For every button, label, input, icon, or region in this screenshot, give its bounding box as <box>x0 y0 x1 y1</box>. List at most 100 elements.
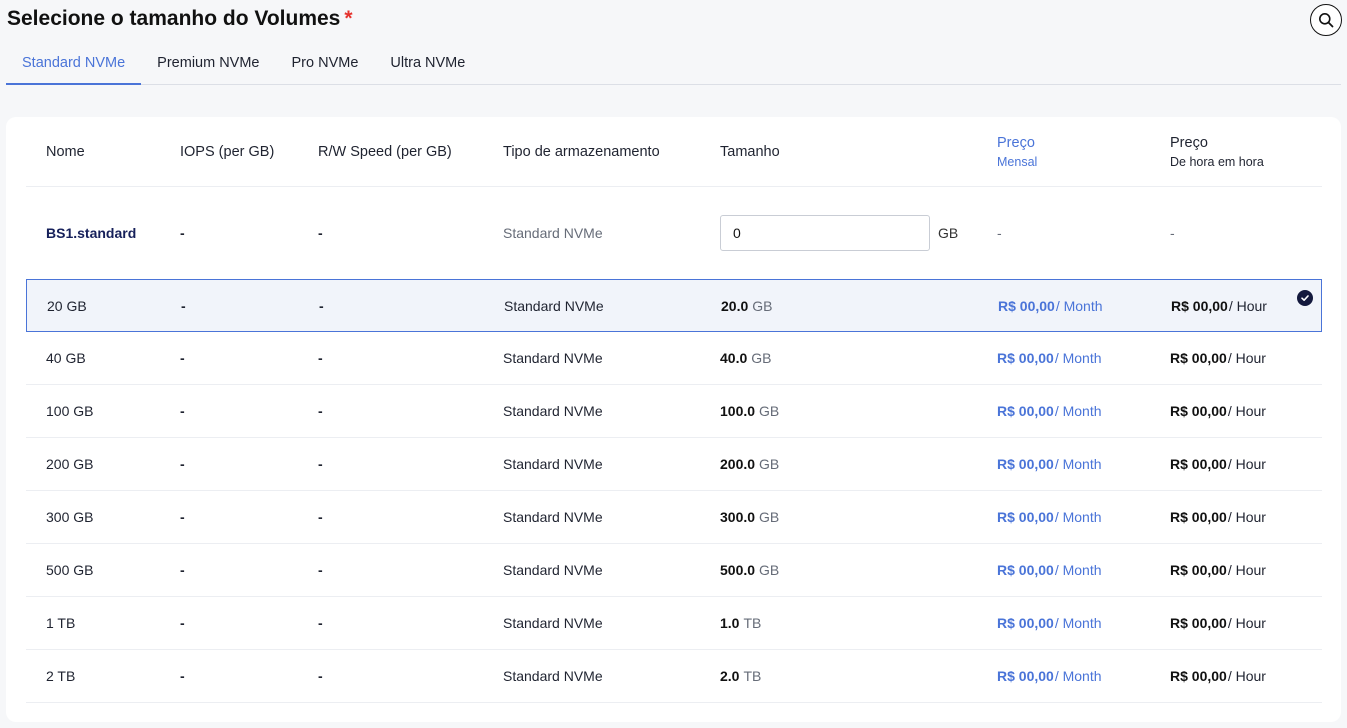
plan-size-value: 200.0 <box>720 456 756 472</box>
search-icon <box>1319 13 1334 28</box>
plan-price-hourly: R$ 00,00/ Hour <box>1170 491 1266 543</box>
tab-standard-nvme[interactable]: Standard NVMe <box>6 48 142 85</box>
plan-row-3[interactable]: 200 GB - - Standard NVMe 200.0 GB R$ 00,0… <box>26 438 1322 491</box>
plan-size-value: 300.0 <box>720 509 756 525</box>
tab-pro-nvme[interactable]: Pro NVMe <box>276 48 375 85</box>
plan-price-hourly-unit: / Hour <box>1227 562 1266 578</box>
plan-price-hourly-unit: / Hour <box>1227 350 1266 366</box>
plan-price-monthly-value: R$ 00,00 <box>997 562 1054 578</box>
plan-size-value: 40.0 <box>720 350 748 366</box>
custom-plan-name: BS1.standard <box>46 225 137 241</box>
plan-row-2[interactable]: 100 GB - - Standard NVMe 100.0 GB R$ 00,0… <box>26 385 1322 438</box>
plan-row-7[interactable]: 2 TB - - Standard NVMe 2.0 TB R$ 00,00/ M… <box>26 650 1322 703</box>
plan-size: 100.0 GB <box>720 385 779 437</box>
plan-row-1[interactable]: 40 GB - - Standard NVMe 40.0 GB R$ 00,00/… <box>26 332 1322 385</box>
custom-size-row: BS1.standard - - Standard NVMe GB - - <box>26 187 1322 279</box>
plan-row-5[interactable]: 500 GB - - Standard NVMe 500.0 GB R$ 00,0… <box>26 544 1322 597</box>
custom-size-input[interactable] <box>720 215 930 251</box>
custom-price-hourly: - <box>1170 225 1175 241</box>
plan-price-monthly: R$ 00,00/ Month <box>997 438 1102 490</box>
plan-iops: - <box>180 456 185 472</box>
plan-size: 300.0 GB <box>720 491 779 543</box>
plan-rw: - <box>318 615 323 631</box>
plan-price-hourly-value: R$ 00,00 <box>1170 456 1227 472</box>
plan-price-hourly: R$ 00,00/ Hour <box>1170 544 1266 596</box>
check-circle-icon <box>1297 290 1313 306</box>
volume-table-card: Nome IOPS (per GB) R/W Speed (per GB) Ti… <box>6 117 1341 722</box>
plan-iops: - <box>180 403 185 419</box>
plan-price-hourly-unit: / Hour <box>1227 456 1266 472</box>
custom-price-monthly: - <box>997 225 1002 241</box>
plan-price-monthly-value: R$ 00,00 <box>997 668 1054 684</box>
plan-price-monthly-unit: / Month <box>1054 668 1102 684</box>
plan-type: Standard NVMe <box>503 456 603 472</box>
plan-price-monthly: R$ 00,00/ Month <box>997 544 1102 596</box>
col-iops-header: IOPS (per GB) <box>180 143 275 160</box>
plan-price-monthly-unit: / Month <box>1054 509 1102 525</box>
plan-row-6[interactable]: 1 TB - - Standard NVMe 1.0 TB R$ 00,00/ M… <box>26 597 1322 650</box>
table-header: Nome IOPS (per GB) R/W Speed (per GB) Ti… <box>26 117 1322 187</box>
custom-iops: - <box>180 225 185 241</box>
plan-type: Standard NVMe <box>503 615 603 631</box>
plan-price-hourly-unit: / Hour <box>1227 615 1266 631</box>
plan-type: Standard NVMe <box>503 509 603 525</box>
plan-rw: - <box>318 509 323 525</box>
plan-rw: - <box>318 456 323 472</box>
plan-price-hourly: R$ 00,00/ Hour <box>1170 650 1266 702</box>
plan-price-monthly-unit: / Month <box>1054 615 1102 631</box>
plan-name: 200 GB <box>46 456 94 472</box>
plan-iops: - <box>180 668 185 684</box>
plan-name: 40 GB <box>46 350 86 366</box>
plan-size: 2.0 TB <box>720 650 761 702</box>
plan-size-value: 2.0 <box>720 668 740 684</box>
plan-size-unit: GB <box>759 456 780 472</box>
tab-bar: Standard NVMe Premium NVMe Pro NVMe Ultr… <box>6 48 1341 85</box>
plan-name: 20 GB <box>47 297 87 314</box>
plan-price-monthly-value: R$ 00,00 <box>997 509 1054 525</box>
custom-type: Standard NVMe <box>503 225 603 241</box>
page-title-text: Selecione o tamanho do Volumes <box>7 7 341 30</box>
plan-iops: - <box>180 509 185 525</box>
plan-price-hourly-value: R$ 00,00 <box>1170 509 1227 525</box>
plan-price-hourly-unit: / Hour <box>1227 668 1266 684</box>
tab-premium-nvme[interactable]: Premium NVMe <box>141 48 275 85</box>
custom-rw: - <box>318 225 323 241</box>
plan-size-unit: GB <box>751 350 772 366</box>
plan-price-monthly-value: R$ 00,00 <box>998 297 1055 314</box>
plan-row-4[interactable]: 300 GB - - Standard NVMe 300.0 GB R$ 00,0… <box>26 491 1322 544</box>
plan-iops: - <box>181 297 186 314</box>
plan-size-value: 100.0 <box>720 403 756 419</box>
search-button[interactable] <box>1310 4 1342 36</box>
price-hourly-sublabel: De hora em hora <box>1170 154 1264 169</box>
plan-type: Standard NVMe <box>503 668 603 684</box>
plan-name: 300 GB <box>46 509 94 525</box>
plan-rw: - <box>318 403 323 419</box>
col-type-header: Tipo de armazenamento <box>503 143 660 160</box>
plan-price-monthly-unit: / Month <box>1054 562 1102 578</box>
plan-row-0[interactable]: 20 GB - - Standard NVMe 20.0 GB R$ 00,00/… <box>26 279 1322 332</box>
plan-name: 100 GB <box>46 403 94 419</box>
tab-ultra-nvme[interactable]: Ultra NVMe <box>374 48 481 85</box>
plan-size-unit: GB <box>759 562 780 578</box>
plan-price-hourly-unit: / Hour <box>1228 297 1267 314</box>
plan-size-unit: TB <box>743 668 762 684</box>
plan-size-unit: GB <box>752 297 773 314</box>
plan-price-monthly-value: R$ 00,00 <box>997 615 1054 631</box>
price-monthly-sublabel: Mensal <box>997 154 1038 169</box>
plan-name: 2 TB <box>46 668 76 684</box>
required-mark: * <box>344 7 353 30</box>
col-price-monthly-header: Preço Mensal <box>997 117 1037 186</box>
plan-price-hourly-value: R$ 00,00 <box>1170 668 1227 684</box>
plan-type: Standard NVMe <box>503 350 603 366</box>
plan-price-monthly-unit: / Month <box>1054 456 1102 472</box>
plan-price-hourly-value: R$ 00,00 <box>1170 562 1227 578</box>
plan-size-unit: TB <box>743 615 762 631</box>
plan-price-monthly: R$ 00,00/ Month <box>998 280 1103 331</box>
plan-price-monthly: R$ 00,00/ Month <box>997 332 1102 384</box>
col-price-hourly-header: Preço De hora em hora <box>1170 117 1264 186</box>
plan-price-monthly-value: R$ 00,00 <box>997 350 1054 366</box>
page-title: Selecione o tamanho do Volumes * <box>7 7 353 31</box>
col-name-header: Nome <box>46 143 85 160</box>
plan-rw: - <box>318 350 323 366</box>
plan-price-hourly: R$ 00,00/ Hour <box>1170 438 1266 490</box>
